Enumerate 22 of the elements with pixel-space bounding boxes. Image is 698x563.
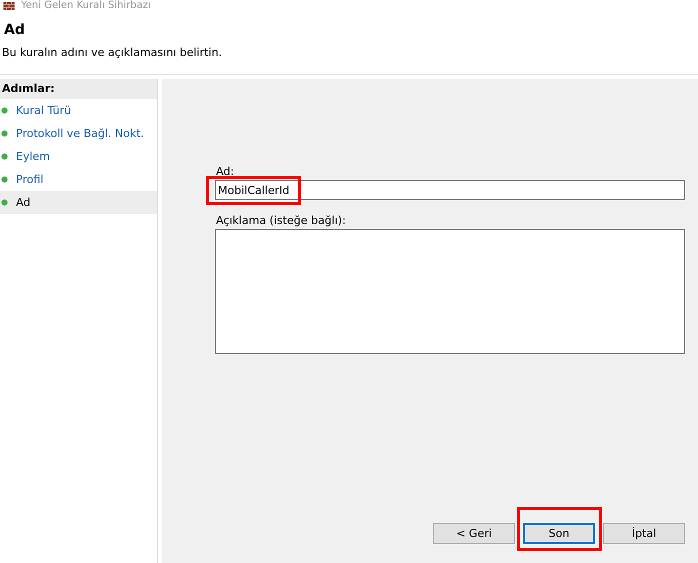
name-field[interactable]: MobilCallerId — [215, 180, 685, 200]
window-title: Yeni Gelen Kuralı Sihirbazı — [21, 0, 151, 12]
firewall-icon — [3, 2, 15, 10]
wizard-button[interactable]: Son — [523, 523, 595, 544]
step-item[interactable]: Profil — [0, 168, 157, 191]
name-label: Ad: — [216, 165, 236, 178]
step-item[interactable]: Eylem — [0, 145, 157, 168]
step-dot-icon — [1, 176, 8, 183]
description-field[interactable] — [215, 229, 685, 354]
step-dot-icon — [1, 153, 8, 160]
step-dot-icon — [1, 199, 8, 206]
steps-heading: Adımlar: — [0, 79, 157, 99]
page-subtitle: Bu kuralın adını ve açıklamasını belirtin. — [2, 46, 223, 59]
description-label: Açıklama (isteğe bağlı): — [216, 214, 347, 227]
page-title: Ad — [4, 22, 26, 38]
step-item[interactable]: Kural Türü — [0, 99, 157, 122]
step-item[interactable]: Protokoll ve Bağl. Nokt. — [0, 122, 157, 145]
step-item[interactable]: Ad — [0, 191, 157, 214]
wizard-button[interactable]: < Geri — [433, 523, 515, 544]
wizard-button[interactable]: İptal — [603, 523, 685, 544]
step-dot-icon — [1, 107, 8, 114]
step-dot-icon — [1, 130, 8, 137]
